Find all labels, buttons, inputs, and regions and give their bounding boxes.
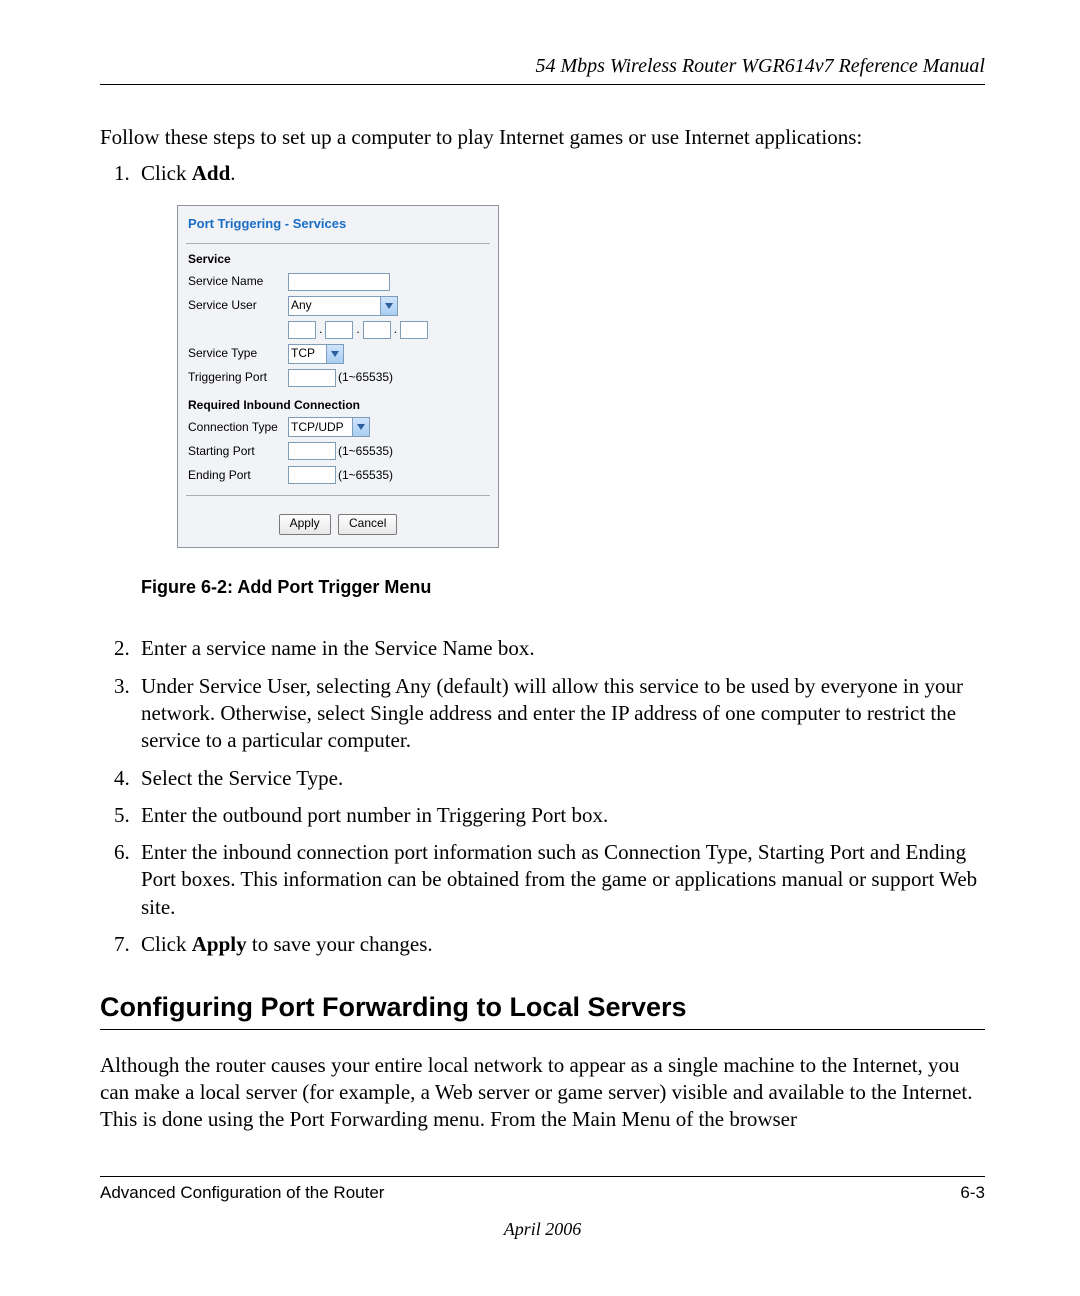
port-triggering-panel: Port Triggering - Services Service Servi…	[177, 205, 499, 548]
label-service-type: Service Type	[188, 346, 288, 362]
page-footer: Advanced Configuration of the Router 6-3…	[100, 1176, 985, 1240]
ending-port-input[interactable]	[288, 466, 336, 484]
step-list: Click Add. Port Triggering - Services Se…	[110, 160, 985, 958]
ip-octet-2[interactable]	[325, 321, 353, 339]
apply-button[interactable]: Apply	[279, 514, 331, 535]
step-2: Enter a service name in the Service Name…	[135, 635, 985, 662]
starting-port-hint: (1~65535)	[338, 444, 393, 460]
ip-octet-1[interactable]	[288, 321, 316, 339]
chevron-down-icon	[380, 297, 397, 315]
section-heading: Configuring Port Forwarding to Local Ser…	[100, 992, 985, 1023]
step-1-post: .	[230, 161, 235, 185]
step-6: Enter the inbound connection port inform…	[135, 839, 985, 921]
footer-date: April 2006	[100, 1219, 985, 1240]
divider	[100, 1029, 985, 1030]
service-type-select[interactable]: TCP	[288, 344, 344, 364]
ip-octet-4[interactable]	[400, 321, 428, 339]
connection-type-select[interactable]: TCP/UDP	[288, 417, 370, 437]
chevron-down-icon	[352, 418, 369, 436]
chevron-down-icon	[326, 345, 343, 363]
intro-text: Follow these steps to set up a computer …	[100, 125, 985, 150]
label-triggering-port: Triggering Port	[188, 370, 288, 386]
section-paragraph: Although the router causes your entire l…	[100, 1052, 985, 1133]
step-7-post: to save your changes.	[247, 932, 433, 956]
service-name-input[interactable]	[288, 273, 390, 291]
step-4: Select the Service Type.	[135, 765, 985, 792]
figure-wrap: Port Triggering - Services Service Servi…	[177, 205, 985, 548]
step-7-bold: Apply	[192, 932, 247, 956]
starting-port-input[interactable]	[288, 442, 336, 460]
section-inbound: Required Inbound Connection	[188, 398, 488, 414]
service-user-select[interactable]: Any	[288, 296, 398, 316]
ending-port-hint: (1~65535)	[338, 468, 393, 484]
label-connection-type: Connection Type	[188, 420, 288, 436]
connection-type-value: TCP/UDP	[291, 420, 344, 436]
step-1-pre: Click	[141, 161, 192, 185]
service-type-value: TCP	[291, 346, 315, 362]
cancel-button[interactable]: Cancel	[338, 514, 397, 535]
label-service-name: Service Name	[188, 274, 288, 290]
label-service-user: Service User	[188, 298, 288, 314]
panel-title: Port Triggering - Services	[188, 214, 488, 243]
label-starting-port: Starting Port	[188, 444, 288, 460]
step-5: Enter the outbound port number in Trigge…	[135, 802, 985, 829]
ip-address-group: . . .	[288, 321, 428, 339]
step-1-bold: Add	[192, 161, 231, 185]
triggering-port-input[interactable]	[288, 369, 336, 387]
service-user-value: Any	[291, 298, 312, 314]
step-1: Click Add. Port Triggering - Services Se…	[135, 160, 985, 599]
figure-caption: Figure 6-2: Add Port Trigger Menu	[141, 576, 985, 599]
section-service: Service	[188, 252, 488, 268]
step-7: Click Apply to save your changes.	[135, 931, 985, 958]
page-header: 54 Mbps Wireless Router WGR614v7 Referen…	[100, 55, 985, 85]
label-ending-port: Ending Port	[188, 468, 288, 484]
step-3: Under Service User, selecting Any (defau…	[135, 673, 985, 755]
ip-octet-3[interactable]	[363, 321, 391, 339]
footer-left: Advanced Configuration of the Router	[100, 1183, 384, 1203]
step-7-pre: Click	[141, 932, 192, 956]
footer-right: 6-3	[960, 1183, 985, 1203]
triggering-port-hint: (1~65535)	[338, 370, 393, 386]
